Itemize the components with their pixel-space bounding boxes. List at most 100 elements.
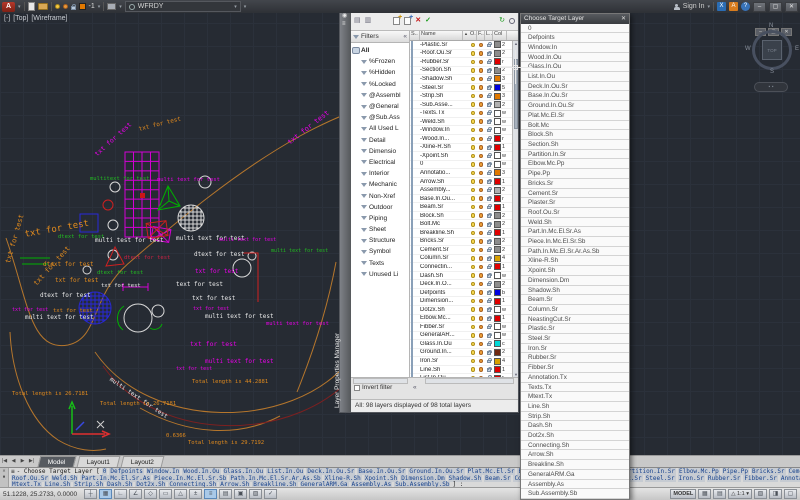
target-layer-option[interactable]: NeastingCut.Sr [521, 314, 629, 325]
target-layer-option[interactable]: Annotation.Tx [521, 372, 629, 383]
viewcube-south[interactable]: S [770, 69, 774, 75]
layer-lock-cell[interactable] [485, 170, 493, 176]
layer-on-cell[interactable] [469, 239, 477, 244]
layer-name[interactable]: Annotatio... [420, 170, 469, 176]
filter-item[interactable]: @Assembl [351, 90, 409, 101]
command-layer-option[interactable]: GeneralARM.Ga [299, 481, 349, 487]
layer-freeze-cell[interactable] [477, 110, 485, 116]
layer-freeze-cell[interactable] [477, 136, 485, 142]
layer-name[interactable]: Bolt.Mc [420, 221, 469, 227]
layer-color-cell[interactable] [493, 186, 501, 194]
column-name[interactable]: Name [420, 31, 463, 40]
layer-name[interactable]: Iron.Sr [420, 358, 469, 364]
layer-on-cell[interactable] [469, 281, 477, 287]
layer-row[interactable]: -Xline-R.Sh 1 [410, 143, 518, 153]
command-line-window[interactable]: ✕ ▪ ≡ - Choose Target Layer [0 Defpoints Wi… [0, 467, 800, 487]
target-layer-option[interactable]: Mtext.Tx [521, 392, 629, 402]
command-layer-option[interactable]: Line.Sh [43, 481, 72, 487]
status-icon-button[interactable]: ▧ [754, 489, 767, 499]
layer-row[interactable]: Deck.In.O... 2 [410, 280, 518, 289]
layer-lock-cell[interactable] [485, 315, 493, 321]
filter-item[interactable]: Electrical [351, 157, 409, 168]
target-layer-option[interactable]: Plaster.Sr [521, 198, 629, 208]
layer-freeze-cell[interactable] [477, 222, 485, 227]
layer-row[interactable]: -Rubber.Sr r [410, 58, 518, 67]
target-layer-option[interactable]: Piece.In.Mc.El.Sr.Sb [521, 237, 629, 247]
new-layer-vp-frozen-button[interactable] [404, 14, 413, 25]
layer-name[interactable]: Cement.Sr [420, 247, 469, 253]
layer-freeze-cell[interactable] [477, 333, 485, 338]
layer-on-cell[interactable] [469, 307, 477, 312]
target-layer-option[interactable]: Xline-R.Sh [521, 256, 629, 267]
layer-freeze-cell[interactable] [477, 256, 485, 261]
layer-freeze-cell[interactable] [477, 239, 485, 244]
layer-row[interactable]: -Texts.Tx w [410, 109, 518, 118]
layer-color-cell[interactable] [493, 135, 501, 143]
layer-lock-cell[interactable] [485, 247, 493, 253]
status-toggle-button[interactable]: ▭ [159, 489, 173, 499]
layer-freeze-cell[interactable] [477, 187, 485, 193]
settings-wrench-icon[interactable] [509, 18, 515, 24]
workspace-switcher[interactable]: WFRDY ▾ [124, 1, 241, 12]
command-layer-option[interactable]: Dash.Sh [106, 481, 134, 487]
target-layer-option[interactable]: Plastic.Sr [521, 324, 629, 335]
layer-color-cell[interactable] [493, 143, 501, 151]
layer-name[interactable]: Connectin... [420, 264, 469, 270]
target-layer-option[interactable]: Base.In.Ou.Sr [521, 91, 629, 102]
layer-name[interactable]: -Plastic.Sr [420, 42, 469, 48]
command-layer-option[interactable]: Assembly.As [350, 481, 393, 487]
annotation-scale-button[interactable]: △ 1:1 ▾ [728, 489, 752, 499]
layer-name[interactable]: -Wood.In... [420, 136, 469, 142]
layer-color-cell[interactable] [493, 314, 501, 322]
layer-on-cell[interactable] [469, 76, 477, 82]
target-layer-option[interactable]: Dot2x.Sh [521, 431, 629, 441]
layer-lock-cell[interactable] [485, 93, 493, 99]
target-layer-option[interactable]: List.In.Ou [521, 72, 629, 82]
layer-freeze-cell[interactable] [477, 324, 485, 330]
layer-on-cell[interactable] [469, 204, 477, 210]
layer-on-cell[interactable] [469, 93, 477, 99]
layer-lock-cell[interactable] [485, 238, 493, 244]
command-layer-option[interactable]: List.In.Ou [266, 468, 305, 475]
layer-color-cell[interactable] [493, 58, 501, 66]
filter-item[interactable]: @General [351, 101, 409, 112]
layer-on-cell[interactable] [469, 196, 477, 201]
command-layer-option[interactable]: Glass.In.Ou [222, 468, 265, 475]
layer-name[interactable]: -Xline-R.Sh [420, 144, 469, 150]
layer-color-cell[interactable] [493, 229, 501, 237]
layer-name[interactable]: Deck.In.O... [420, 281, 469, 287]
layer-row[interactable]: Annotatio... 3 [410, 169, 518, 178]
command-layer-option[interactable]: Beam.Sr [484, 474, 512, 482]
target-layer-option[interactable]: Arrow.Sh [521, 450, 629, 461]
layer-row[interactable]: Breakline.Sh 1 [410, 229, 518, 238]
target-layer-option[interactable]: Section.Sh [521, 139, 629, 150]
target-layer-option[interactable]: Path.In.Mc.El.Sr.Ar.As.Sb [521, 246, 629, 257]
layer-row[interactable]: Iron.Sr 4 [410, 357, 518, 366]
layer-row[interactable]: -Plastic.Sr 2 [410, 41, 518, 50]
layers-hscrollbar[interactable] [425, 378, 514, 384]
layer-name[interactable]: Dot2x.Sh [420, 307, 469, 313]
layer-lock-cell[interactable] [485, 298, 493, 304]
layer-lock-cell[interactable] [485, 161, 493, 167]
layer-row[interactable]: GeneralAR... w [410, 331, 518, 341]
layer-row[interactable]: -Steel.Sr 5 [410, 84, 518, 93]
open-folder-icon[interactable] [37, 3, 48, 10]
layer-lock-cell[interactable] [485, 110, 493, 116]
layer-color-cell[interactable] [493, 212, 501, 220]
command-layer-option[interactable]: Bricks.Sr [751, 468, 786, 475]
layer-color-cell[interactable] [493, 366, 501, 374]
layer-row[interactable]: Defpoints b [410, 289, 518, 298]
layer-row[interactable]: -Weld.Sh w [410, 118, 518, 127]
filter-item[interactable]: @Sub.Ass [351, 112, 409, 123]
help-icon[interactable]: ? [741, 2, 750, 11]
layer-lock-cell[interactable] [485, 67, 493, 73]
layer-freeze-cell[interactable] [477, 68, 485, 73]
layer-row[interactable]: -Shadow.Sh 3 [410, 75, 518, 84]
layer-lock-cell[interactable] [485, 42, 493, 48]
filter-item[interactable]: Interior [351, 168, 409, 179]
layer-freeze-cell[interactable] [477, 307, 485, 312]
model-space-button[interactable]: MODEL [670, 489, 697, 499]
layer-color-cell[interactable] [493, 340, 501, 348]
layer-row[interactable]: Bricks.Sr 2 [410, 237, 518, 247]
layer-name[interactable]: -Xpoint.Sh [420, 153, 469, 159]
